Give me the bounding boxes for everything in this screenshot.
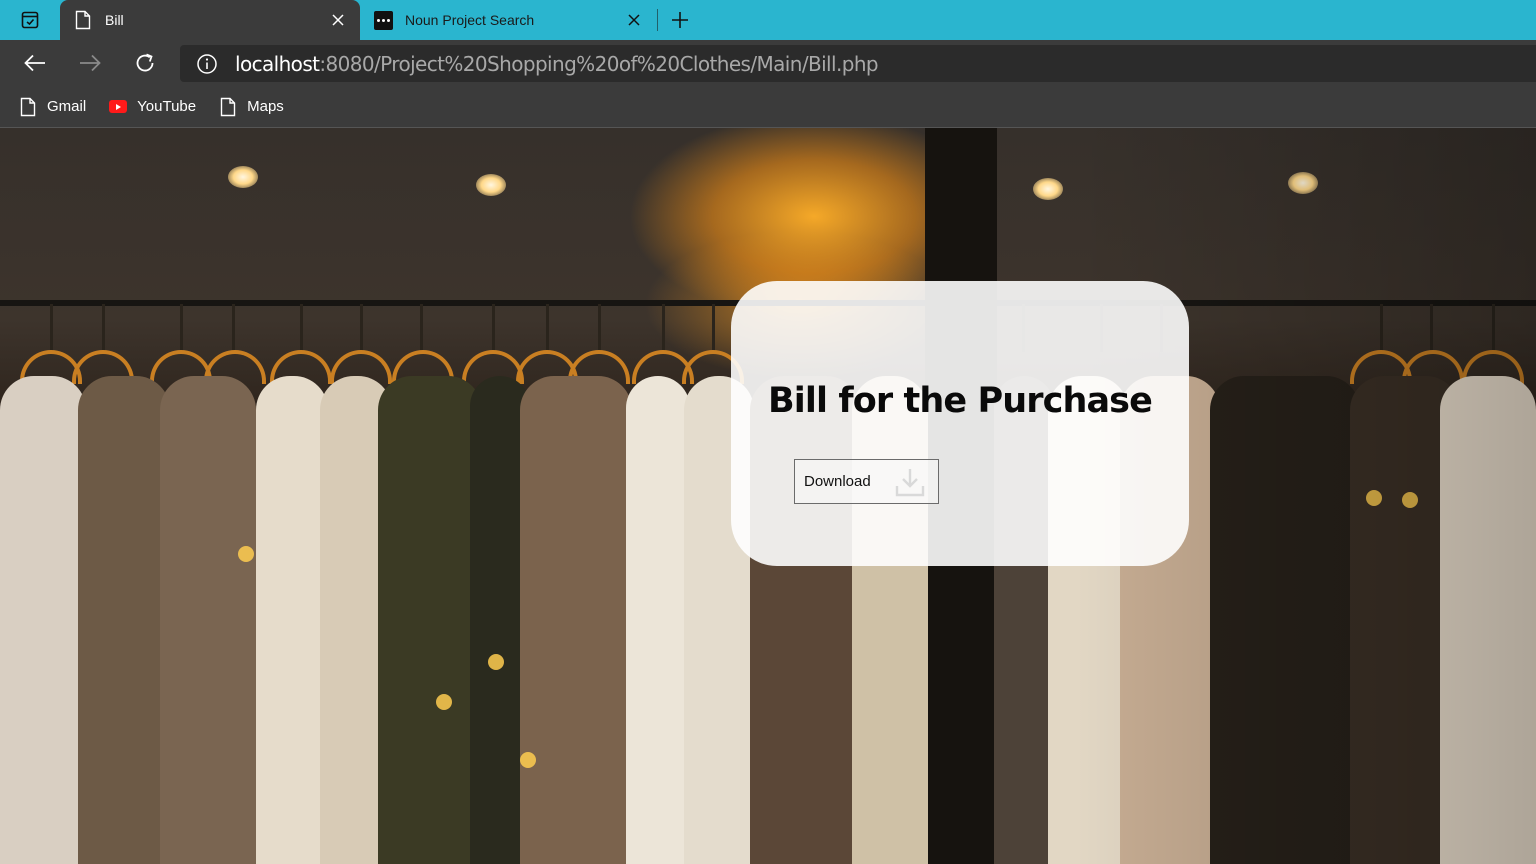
tab-noun-project[interactable]: Noun Project Search <box>360 0 656 40</box>
forward-button[interactable] <box>74 47 106 79</box>
tab-bill[interactable]: Bill <box>60 0 360 40</box>
tab-title: Bill <box>105 12 124 28</box>
bookmark-label: YouTube <box>137 98 197 115</box>
download-label: Download <box>804 473 871 490</box>
bookmark-gmail[interactable]: Gmail <box>18 97 86 117</box>
download-button[interactable]: Download <box>794 459 939 504</box>
close-tab-button[interactable] <box>324 6 352 34</box>
new-tab-button[interactable] <box>664 4 696 36</box>
download-icon <box>895 469 925 497</box>
bookmark-youtube[interactable]: YouTube <box>108 97 196 117</box>
page-icon <box>73 10 93 30</box>
bill-card: Bill for the Purchase Download <box>731 281 1189 566</box>
bookmarks-bar: Gmail YouTube Maps <box>0 86 1536 128</box>
arrow-right-icon <box>80 54 101 72</box>
url-path: :8080/Project%20Shopping%20of%20Clothes/… <box>319 51 878 76</box>
close-icon <box>332 14 344 26</box>
close-tab-button[interactable] <box>620 6 648 34</box>
page-title: Bill for the Purchase <box>768 381 1153 421</box>
browser-toolbar: localhost:8080/Project%20Shopping%20of%2… <box>0 40 1536 86</box>
address-bar[interactable]: localhost:8080/Project%20Shopping%20of%2… <box>180 45 1536 82</box>
youtube-icon <box>108 97 128 117</box>
tab-actions-icon <box>21 11 39 29</box>
page-icon <box>18 97 38 117</box>
url-host: localhost <box>235 51 320 76</box>
url-text: localhost:8080/Project%20Shopping%20of%2… <box>235 51 879 76</box>
tab-separator <box>657 9 658 31</box>
reload-button[interactable] <box>129 47 161 79</box>
tab-strip: Bill Noun Project Search <box>0 0 1536 40</box>
page-icon <box>218 97 238 117</box>
tab-title: Noun Project Search <box>405 12 535 28</box>
close-icon <box>628 14 640 26</box>
refresh-icon <box>136 53 154 72</box>
page-content: Bill for the Purchase Download <box>0 128 1536 864</box>
tab-actions-button[interactable] <box>0 0 60 40</box>
info-icon[interactable] <box>196 53 218 75</box>
bookmark-label: Gmail <box>47 98 87 115</box>
plus-icon <box>672 12 688 28</box>
back-button[interactable] <box>19 47 51 79</box>
noun-project-icon <box>373 10 393 30</box>
bookmark-maps[interactable]: Maps <box>218 97 284 117</box>
bookmark-label: Maps <box>247 98 284 115</box>
arrow-left-icon <box>24 54 45 72</box>
